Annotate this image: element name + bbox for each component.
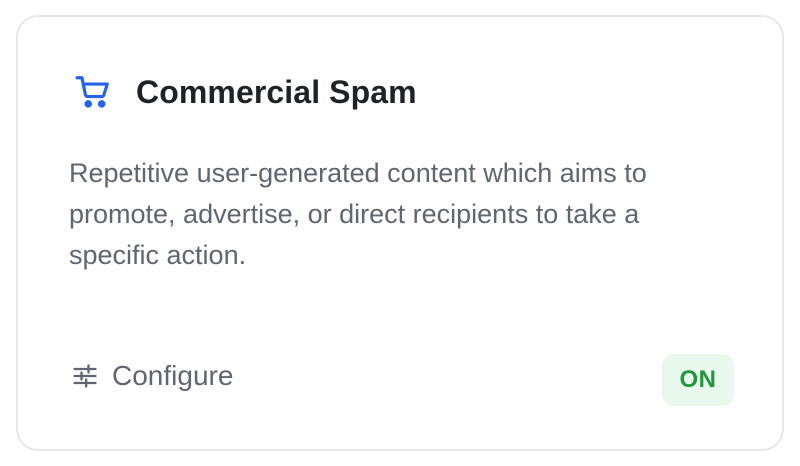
configure-button[interactable]: Configure: [70, 360, 233, 392]
status-toggle-badge[interactable]: ON: [662, 354, 734, 406]
configure-label: Configure: [112, 360, 234, 391]
sliders-icon: [70, 361, 100, 391]
shopping-cart-icon: [74, 73, 112, 111]
card-description: Repetitive user-generated content which …: [69, 158, 647, 270]
card-header: Commercial Spam: [74, 73, 417, 111]
card-title: Commercial Spam: [136, 73, 417, 110]
spam-filter-card: Commercial Spam Repetitive user-generate…: [16, 15, 784, 451]
